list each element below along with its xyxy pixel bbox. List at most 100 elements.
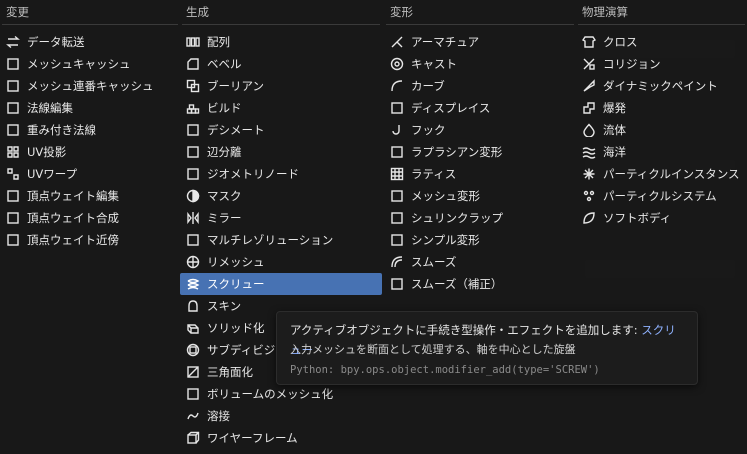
menu-item-bevel[interactable]: ベベル [180, 53, 382, 75]
menu-item-label: マスク [207, 189, 242, 203]
menu-item-boolean[interactable]: ブーリアン [180, 75, 382, 97]
tooltip-detail: 入力メッシュを断面として処理する、軸を中心とした旋盤 [290, 343, 576, 356]
menu-item-mesh-cache[interactable]: メッシュキャッシュ [0, 53, 180, 75]
menu-item-decimate[interactable]: デシメート [180, 119, 382, 141]
menu-item-shrinkwrap[interactable]: シュリンクラップ [384, 207, 576, 229]
menu-item-label: キャスト [411, 57, 457, 71]
column-header: 変更 [6, 5, 29, 19]
data-transfer-icon [6, 35, 20, 49]
screw-icon [186, 277, 200, 291]
menu-item-label: 三角面化 [207, 365, 253, 379]
tooltip-python: Python: bpy.ops.object.modifier_add(type… [290, 364, 600, 376]
menu-item-label: 頂点ウェイト編集 [27, 189, 119, 203]
menu-item-label: スクリュー [207, 277, 265, 291]
boolean-icon [186, 79, 200, 93]
tooltip-description-line: アクティブオブジェクトに手続き型操作・エフェクトを追加します: スクリュー [290, 320, 684, 357]
menu-item-wireframe[interactable]: ワイヤーフレーム [180, 427, 382, 449]
menu-item-lattice[interactable]: ラティス [384, 163, 576, 185]
menu-item-label: 重み付き法線 [27, 123, 96, 137]
menu-item-collision[interactable]: コリジョン [576, 53, 747, 75]
menu-item-data-transfer[interactable]: データ転送 [0, 31, 180, 53]
menu-item-label: メッシュ変形 [411, 189, 480, 203]
menu-item-label: 海洋 [603, 145, 626, 159]
menu-item-vertex-weight-edit[interactable]: 頂点ウェイト編集 [0, 185, 180, 207]
menu-item-label: リメッシュ [207, 255, 265, 269]
menu-item-normal-edit[interactable]: 法線編集 [0, 97, 180, 119]
menu-item-dynamic-paint[interactable]: ダイナミックペイント [576, 75, 747, 97]
curve-icon [390, 79, 404, 93]
menu-item-simple-deform[interactable]: シンプル変形 [384, 229, 576, 251]
vertex-weight-edit-icon [6, 189, 20, 203]
menu-item-cast[interactable]: キャスト [384, 53, 576, 75]
menu-item-multires[interactable]: マルチレゾリューション [180, 229, 382, 251]
menu-item-displace[interactable]: ディスプレイス [384, 97, 576, 119]
menu-item-label: UV投影 [27, 145, 67, 159]
mesh-sequence-cache-icon [6, 79, 20, 93]
column-header: 変形 [390, 5, 413, 19]
menu-item-label: クロス [603, 35, 638, 49]
menu-item-label: ラティス [411, 167, 457, 181]
menu-item-label: 配列 [207, 35, 230, 49]
menu-item-label: ミラー [207, 211, 242, 225]
column-divider [2, 24, 178, 25]
menu-item-vertex-weight-proximity[interactable]: 頂点ウェイト近傍 [0, 229, 180, 251]
tooltip: アクティブオブジェクトに手続き型操作・エフェクトを追加します: スクリュー 入力… [276, 311, 698, 385]
menu-item-weighted-normal[interactable]: 重み付き法線 [0, 119, 180, 141]
menu-item-smooth-corrective[interactable]: スムーズ（補正） [384, 273, 576, 295]
skin-icon [186, 299, 200, 313]
menu-item-curve[interactable]: カーブ [384, 75, 576, 97]
menu-item-explode[interactable]: 爆発 [576, 97, 747, 119]
menu-item-hook[interactable]: フック [384, 119, 576, 141]
menu-item-ocean[interactable]: 海洋 [576, 141, 747, 163]
menu-item-laplacian-deform[interactable]: ラプラシアン変形 [384, 141, 576, 163]
menu-item-weld[interactable]: 溶接 [180, 405, 382, 427]
menu-item-edge-split[interactable]: 辺分離 [180, 141, 382, 163]
collision-icon [582, 57, 596, 71]
menu-item-label: マルチレゾリューション [207, 233, 334, 247]
menu-item-particle-system[interactable]: パーティクルシステム [576, 185, 747, 207]
menu-item-mirror[interactable]: ミラー [180, 207, 382, 229]
menu-item-mask[interactable]: マスク [180, 185, 382, 207]
hook-icon [390, 123, 404, 137]
menu-item-build[interactable]: ビルド [180, 97, 382, 119]
column-deform: 変形 アーマチュアキャストカーブ ディスプレイス フック ラプラシアン変形ラティスメッ… [384, 0, 576, 295]
column-divider [386, 24, 574, 25]
weld-icon [186, 409, 200, 423]
particle-instance-icon [582, 167, 596, 181]
menu-item-array[interactable]: 配列 [180, 31, 382, 53]
menu-item-uv-warp[interactable]: UVワープ [0, 163, 180, 185]
fluid-icon [582, 123, 596, 137]
column-divider [182, 24, 380, 25]
menu-item-uv-project[interactable]: UV投影 [0, 141, 180, 163]
menu-item-geometry-nodes[interactable]: ジオメトリノード [180, 163, 382, 185]
soft-body-icon [582, 211, 596, 225]
menu-item-vertex-weight-mix[interactable]: 頂点ウェイト合成 [0, 207, 180, 229]
lattice-icon [390, 167, 404, 181]
uv-project-icon [6, 145, 20, 159]
menu-item-label: ベベル [207, 57, 242, 71]
menu-item-label: ソフトボディ [603, 211, 672, 225]
laplacian-deform-icon [390, 145, 404, 159]
menu-item-volume-to-mesh[interactable]: ボリュームのメッシュ化 [180, 383, 382, 405]
menu-item-label: ボリュームのメッシュ化 [207, 387, 334, 401]
vertex-weight-proximity-icon [6, 233, 20, 247]
menu-item-smooth[interactable]: スムーズ [384, 251, 576, 273]
multires-icon [186, 233, 200, 247]
shrinkwrap-icon [390, 211, 404, 225]
menu-item-armature[interactable]: アーマチュア [384, 31, 576, 53]
menu-item-screw[interactable]: スクリュー [180, 273, 382, 295]
menu-item-soft-body[interactable]: ソフトボディ [576, 207, 747, 229]
dynamic-paint-icon [582, 79, 596, 93]
column-divider [578, 24, 745, 25]
menu-item-label: ワイヤーフレーム [207, 431, 298, 445]
menu-item-fluid[interactable]: 流体 [576, 119, 747, 141]
menu-item-remesh[interactable]: リメッシュ [180, 251, 382, 273]
menu-item-particle-instance[interactable]: パーティクルインスタンス [576, 163, 747, 185]
column-header: 物理演算 [582, 5, 628, 19]
menu-item-mesh-deform[interactable]: メッシュ変形 [384, 185, 576, 207]
menu-item-label: パーティクルシステム [603, 189, 717, 203]
explode-icon [582, 101, 596, 115]
solidify-icon [186, 321, 200, 335]
menu-item-cloth[interactable]: クロス [576, 31, 747, 53]
menu-item-mesh-sequence-cache[interactable]: メッシュ連番キャッシュ [0, 75, 180, 97]
